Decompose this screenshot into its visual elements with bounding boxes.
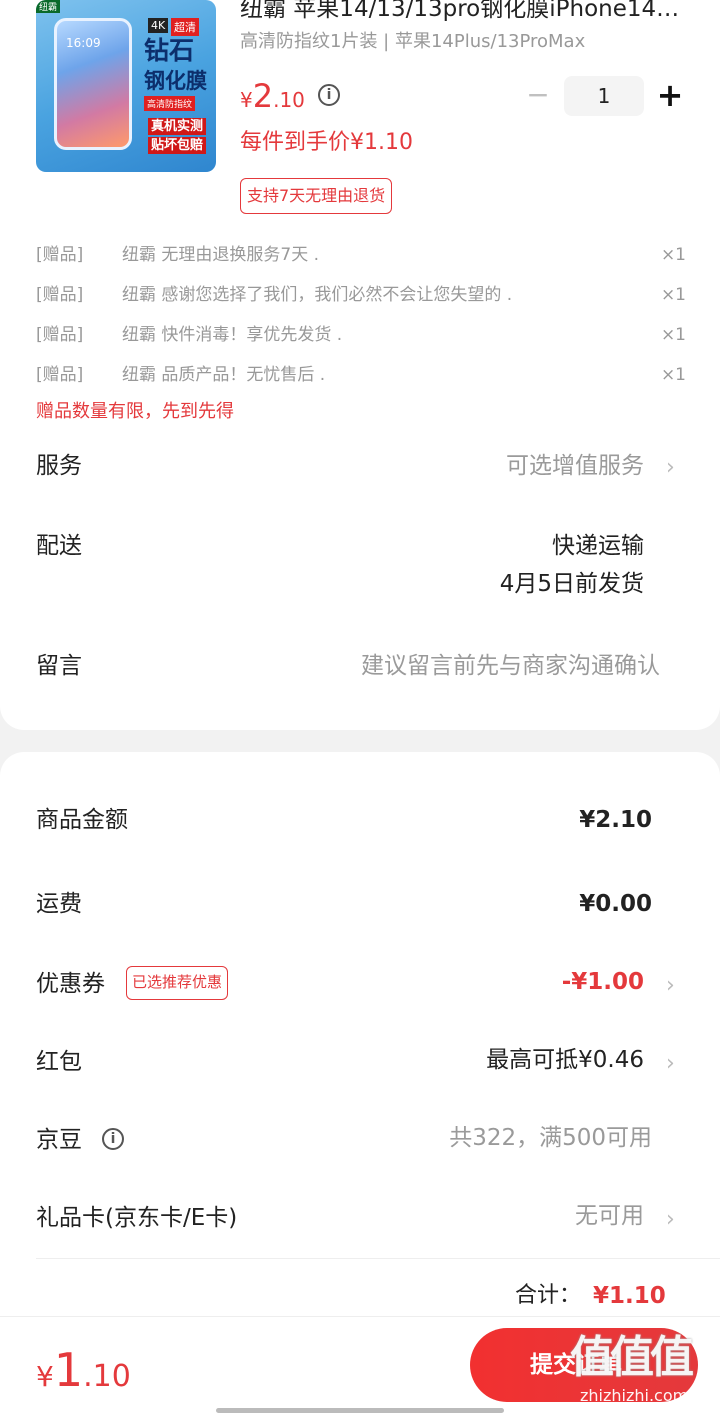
gift-text: 纽霸 感谢您选择了我们，我们必然不会让您失望的 .	[122, 285, 513, 305]
product-image[interactable]: 16:09 纽霸 4K 超清 钻石 钢化膜 高清防指纹 真机实测 贴坏包赔	[36, 0, 216, 172]
product-price: ¥2.10	[240, 78, 305, 120]
price-dec: .10	[273, 88, 305, 112]
red-packet-label: 红包	[36, 1049, 82, 1075]
gift-count: ×1	[660, 325, 686, 345]
gift-card-value[interactable]: 无可用	[575, 1200, 644, 1232]
gift-limit-notice: 赠品数量有限，先到先得	[36, 401, 234, 422]
gift-count: ×1	[660, 365, 686, 385]
thumb-line2: 钢化膜	[144, 69, 207, 93]
red-packet-value[interactable]: 最高可抵¥0.46	[486, 1044, 644, 1076]
gift-item: [赠品] 纽霸 品质产品！无忧售后 . ×1	[36, 360, 686, 390]
gift-text: 纽霸 快件消毒！享优先发货 .	[122, 325, 343, 345]
gift-item: [赠品] 纽霸 快件消毒！享优先发货 . ×1	[36, 320, 686, 350]
gift-count: ×1	[660, 285, 686, 305]
chevron-right-icon[interactable]: ›	[666, 1048, 675, 1080]
delivery-method[interactable]: 快递运输	[552, 530, 644, 562]
gift-count: ×1	[660, 245, 686, 265]
divider	[36, 1258, 720, 1259]
gift-tag: [赠品]	[36, 245, 84, 265]
price-currency: ¥	[240, 88, 253, 112]
shipping-label: 运费	[36, 891, 82, 917]
badge-4k: 4K	[148, 18, 169, 33]
refund-badge: 支持7天无理由退货	[240, 178, 393, 214]
delivery-date[interactable]: 4月5日前发货	[500, 568, 644, 600]
chevron-right-icon[interactable]: ›	[666, 452, 675, 484]
info-icon[interactable]: i	[102, 1128, 124, 1150]
price-dec: .10	[83, 1359, 131, 1394]
chevron-right-icon[interactable]: ›	[666, 970, 675, 1002]
bottom-total-price: ¥1.10	[36, 1346, 131, 1405]
home-indicator[interactable]	[216, 1408, 504, 1413]
message-input[interactable]: 建议留言前先与商家沟通确认	[361, 650, 660, 682]
quantity-minus-button[interactable]: −	[526, 80, 550, 112]
gift-text: 纽霸 品质产品！无忧售后 .	[122, 365, 326, 385]
service-label: 服务	[36, 453, 82, 479]
message-label: 留言	[36, 653, 82, 679]
brand-tag: 纽霸	[36, 0, 61, 13]
arrival-price: 每件到手价¥1.10	[240, 130, 413, 155]
gift-text: 纽霸 无理由退换服务7天 .	[122, 245, 320, 265]
price-currency: ¥	[36, 1360, 54, 1393]
product-spec[interactable]: 高清防指纹1片装 | 苹果14Plus/13ProMax	[240, 30, 585, 54]
coupon-label: 优惠券	[36, 971, 105, 997]
quantity-plus-button[interactable]: +	[656, 78, 684, 112]
gift-card-label: 礼品卡(京东卡/E卡)	[36, 1205, 238, 1231]
goods-amount-label: 商品金额	[36, 807, 128, 833]
thumb-line1: 钻石	[144, 36, 195, 65]
gift-item: [赠品] 纽霸 无理由退换服务7天 . ×1	[36, 240, 686, 270]
product-title[interactable]: 纽霸 苹果14/13/13pro钢化膜iPhone14/13ProMax	[240, 0, 685, 24]
gift-tag: [赠品]	[36, 325, 84, 345]
info-icon[interactable]: i	[318, 84, 340, 106]
total-value: ¥1.10	[593, 1283, 666, 1309]
goods-amount-value: ¥2.10	[579, 807, 652, 833]
chevron-right-icon[interactable]: ›	[666, 1204, 675, 1236]
gift-item: [赠品] 纽霸 感谢您选择了我们，我们必然不会让您失望的 . ×1	[36, 280, 686, 310]
price-int: 2	[252, 77, 274, 115]
coupon-badge: 已选推荐优惠	[126, 966, 229, 1000]
service-value[interactable]: 可选增值服务	[506, 450, 644, 482]
phone-time: 16:09	[66, 36, 101, 50]
gift-tag: [赠品]	[36, 365, 84, 385]
gift-tag: [赠品]	[36, 285, 84, 305]
coupon-value[interactable]: -¥1.00	[562, 966, 644, 998]
thumb-line5: 贴坏包赔	[148, 137, 207, 154]
delivery-label: 配送	[36, 533, 82, 559]
watermark-url: zhizhizhi.com	[580, 1386, 689, 1405]
watermark-logo: 值值值	[570, 1332, 694, 1383]
badge-hd: 超清	[171, 18, 199, 36]
jd-beans-value: 共322，满500可用	[449, 1125, 652, 1151]
price-int: 1	[53, 1343, 84, 1397]
total-label: 合计：	[515, 1283, 582, 1308]
quantity-input[interactable]: 1	[564, 76, 644, 116]
jd-beans-label: 京豆	[36, 1127, 82, 1153]
thumb-line3: 高清防指纹	[144, 96, 196, 111]
thumb-line4: 真机实测	[148, 118, 207, 135]
shipping-value: ¥0.00	[579, 891, 652, 917]
